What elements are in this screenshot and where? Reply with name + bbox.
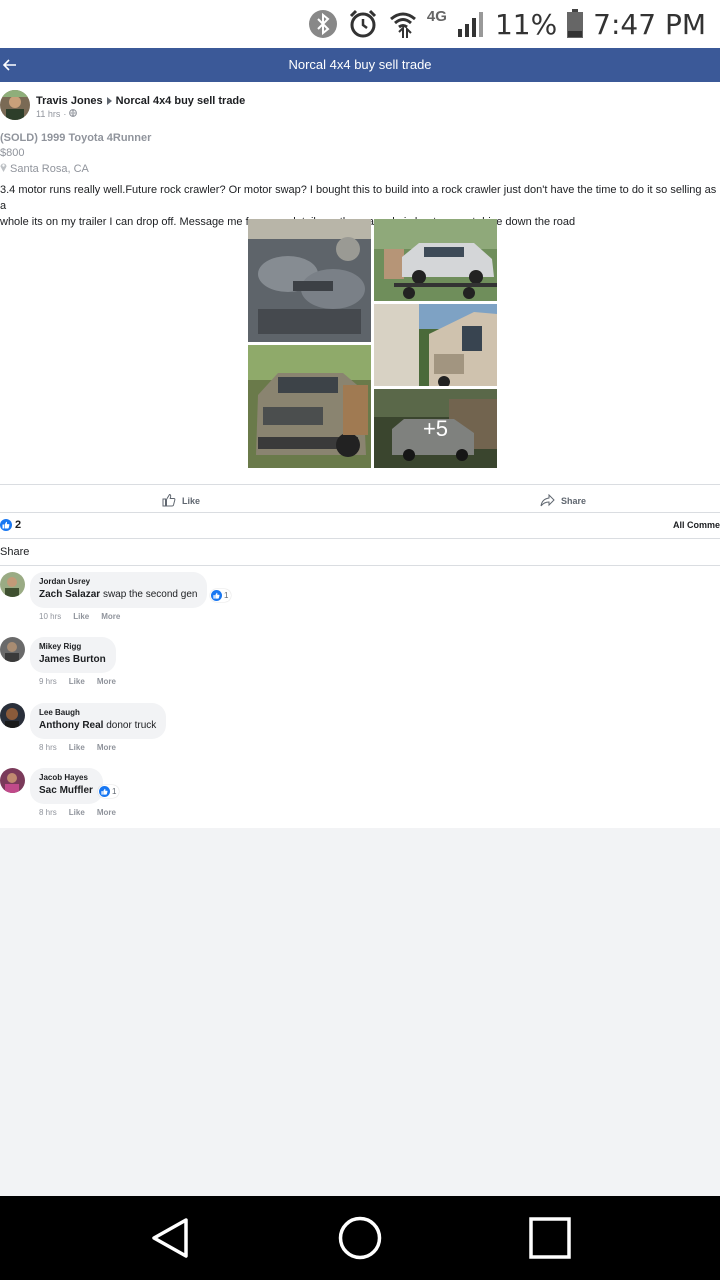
comment-time: 10 hrs — [39, 612, 62, 621]
commenter-avatar[interactable] — [0, 572, 25, 597]
share-arrow-icon — [540, 493, 555, 509]
post-meta: 11 hrs · — [36, 109, 78, 119]
comment-time: 9 hrs — [39, 677, 57, 686]
author-avatar[interactable] — [0, 90, 30, 120]
all-comments-filter[interactable]: All Comme — [673, 520, 720, 530]
page-title: Norcal 4x4 buy sell trade — [288, 57, 432, 72]
comment-more-link[interactable]: More — [97, 743, 116, 752]
comment-reaction[interactable]: 1 — [98, 785, 120, 798]
comment-text: James Burton — [39, 653, 106, 667]
like-button[interactable]: Like — [162, 490, 200, 512]
comment-meta: 9 hrs Like More — [39, 677, 116, 686]
divider — [0, 538, 720, 539]
commenter-name[interactable]: Mikey Rigg — [39, 641, 106, 653]
comment-reaction-count: 1 — [224, 591, 229, 600]
commenter-avatar[interactable] — [0, 703, 25, 728]
comment-meta: 8 hrs Like More — [39, 743, 116, 752]
nav-back-button[interactable] — [146, 1214, 194, 1262]
comment-body: donor truck — [106, 720, 157, 731]
comment-like-link[interactable]: Like — [69, 743, 85, 752]
signal-icon — [455, 8, 487, 40]
commenter-name[interactable]: Lee Baugh — [39, 707, 156, 719]
divider — [0, 565, 720, 566]
back-triangle-icon — [152, 1218, 188, 1258]
commenter-avatar[interactable] — [0, 768, 25, 793]
comment-bubble[interactable]: Jacob Hayes Sac Muffler — [30, 768, 103, 804]
comment-meta: 8 hrs Like More — [39, 808, 116, 817]
nav-home-button[interactable] — [336, 1214, 384, 1262]
battery-icon — [565, 8, 585, 40]
post-time[interactable]: 11 hrs — [36, 109, 60, 119]
comment-more-link[interactable]: More — [101, 612, 120, 621]
comment-meta: 10 hrs Like More — [39, 612, 120, 621]
like-reaction-icon — [99, 786, 110, 797]
commenter-name[interactable]: Jordan Usrey — [39, 576, 197, 588]
more-photos-overlay[interactable]: +5 — [374, 389, 497, 468]
comment-bubble[interactable]: Jordan Usrey Zach Salazar swap the secon… — [30, 572, 208, 608]
commenter-avatar[interactable] — [0, 637, 25, 662]
comment-more-link[interactable]: More — [97, 808, 116, 817]
group-name[interactable]: Norcal 4x4 buy sell trade — [116, 95, 246, 107]
tagged-user[interactable]: Zach Salazar — [39, 589, 100, 600]
comment-bubble[interactable]: Lee Baugh Anthony Real donor truck — [30, 703, 167, 739]
home-circle-icon — [338, 1216, 382, 1260]
comment-bubble[interactable]: Mikey Rigg James Burton — [30, 637, 116, 673]
photo-side-view[interactable] — [374, 304, 497, 386]
wifi-icon — [387, 8, 419, 40]
comment-reaction-count: 1 — [112, 787, 117, 796]
alarm-icon — [347, 8, 379, 40]
network-type: 4G — [426, 8, 447, 25]
dot-separator: · — [63, 109, 67, 119]
share-label: Share — [561, 496, 587, 506]
location-pin-icon — [0, 162, 7, 175]
comment-time: 8 hrs — [39, 743, 57, 752]
clock: 7:47 PM — [593, 7, 706, 41]
divider — [0, 512, 720, 513]
like-reaction-icon — [211, 590, 222, 601]
system-nav-bar — [0, 1196, 720, 1280]
listing-title: (SOLD) 1999 Toyota 4Runner — [0, 132, 152, 144]
status-bar: 4G 11% 7:47 PM — [0, 0, 720, 48]
arrow-right-icon — [106, 97, 112, 105]
battery-percent: 11% — [494, 7, 558, 41]
nav-recents-button[interactable] — [526, 1214, 574, 1262]
share-row[interactable]: Share — [0, 546, 29, 558]
photo-front-view[interactable] — [248, 345, 371, 468]
comment-time: 8 hrs — [39, 808, 57, 817]
post-body-line-1: 3.4 motor runs really well.Future rock c… — [0, 184, 717, 212]
photo-truck-trailer[interactable] — [374, 219, 497, 301]
author-name[interactable]: Travis Jones — [36, 95, 103, 107]
comment-text: Sac Muffler — [39, 784, 93, 798]
photo-more[interactable]: +5 — [374, 389, 497, 468]
tagged-user[interactable]: James Burton — [39, 654, 106, 665]
like-label: Like — [182, 496, 201, 506]
comment-text: Anthony Real donor truck — [39, 719, 156, 733]
comment-reaction[interactable]: 1 — [210, 589, 232, 602]
comment-like-link[interactable]: Like — [69, 808, 85, 817]
tagged-user[interactable]: Anthony Real — [39, 720, 103, 731]
like-reaction-icon — [0, 519, 12, 531]
reaction-count: 2 — [15, 519, 22, 531]
header-bar: Norcal 4x4 buy sell trade — [0, 48, 720, 82]
bluetooth-icon — [307, 8, 339, 40]
listing-price: $800 — [0, 147, 25, 159]
share-button[interactable]: Share — [540, 490, 586, 512]
location-text: Santa Rosa, CA — [10, 162, 89, 175]
commenter-name[interactable]: Jacob Hayes — [39, 772, 93, 784]
comment-body: swap the second gen — [102, 589, 198, 600]
thumbs-up-icon — [162, 493, 176, 509]
reaction-summary[interactable]: 2 — [0, 519, 21, 531]
tagged-user[interactable]: Sac Muffler — [39, 785, 93, 796]
comment-text: Zach Salazar swap the second gen — [39, 588, 197, 602]
listing-location: Santa Rosa, CA — [0, 162, 89, 175]
comment-more-link[interactable]: More — [97, 677, 116, 686]
divider — [0, 484, 720, 485]
globe-icon — [69, 109, 78, 119]
post-author-row: Travis Jones Norcal 4x4 buy sell trade — [36, 95, 245, 107]
recents-square-icon — [529, 1217, 571, 1259]
comment-like-link[interactable]: Like — [73, 612, 89, 621]
photo-engine[interactable] — [248, 219, 371, 342]
comment-like-link[interactable]: Like — [69, 677, 85, 686]
post-card: Travis Jones Norcal 4x4 buy sell trade 1… — [0, 82, 720, 828]
